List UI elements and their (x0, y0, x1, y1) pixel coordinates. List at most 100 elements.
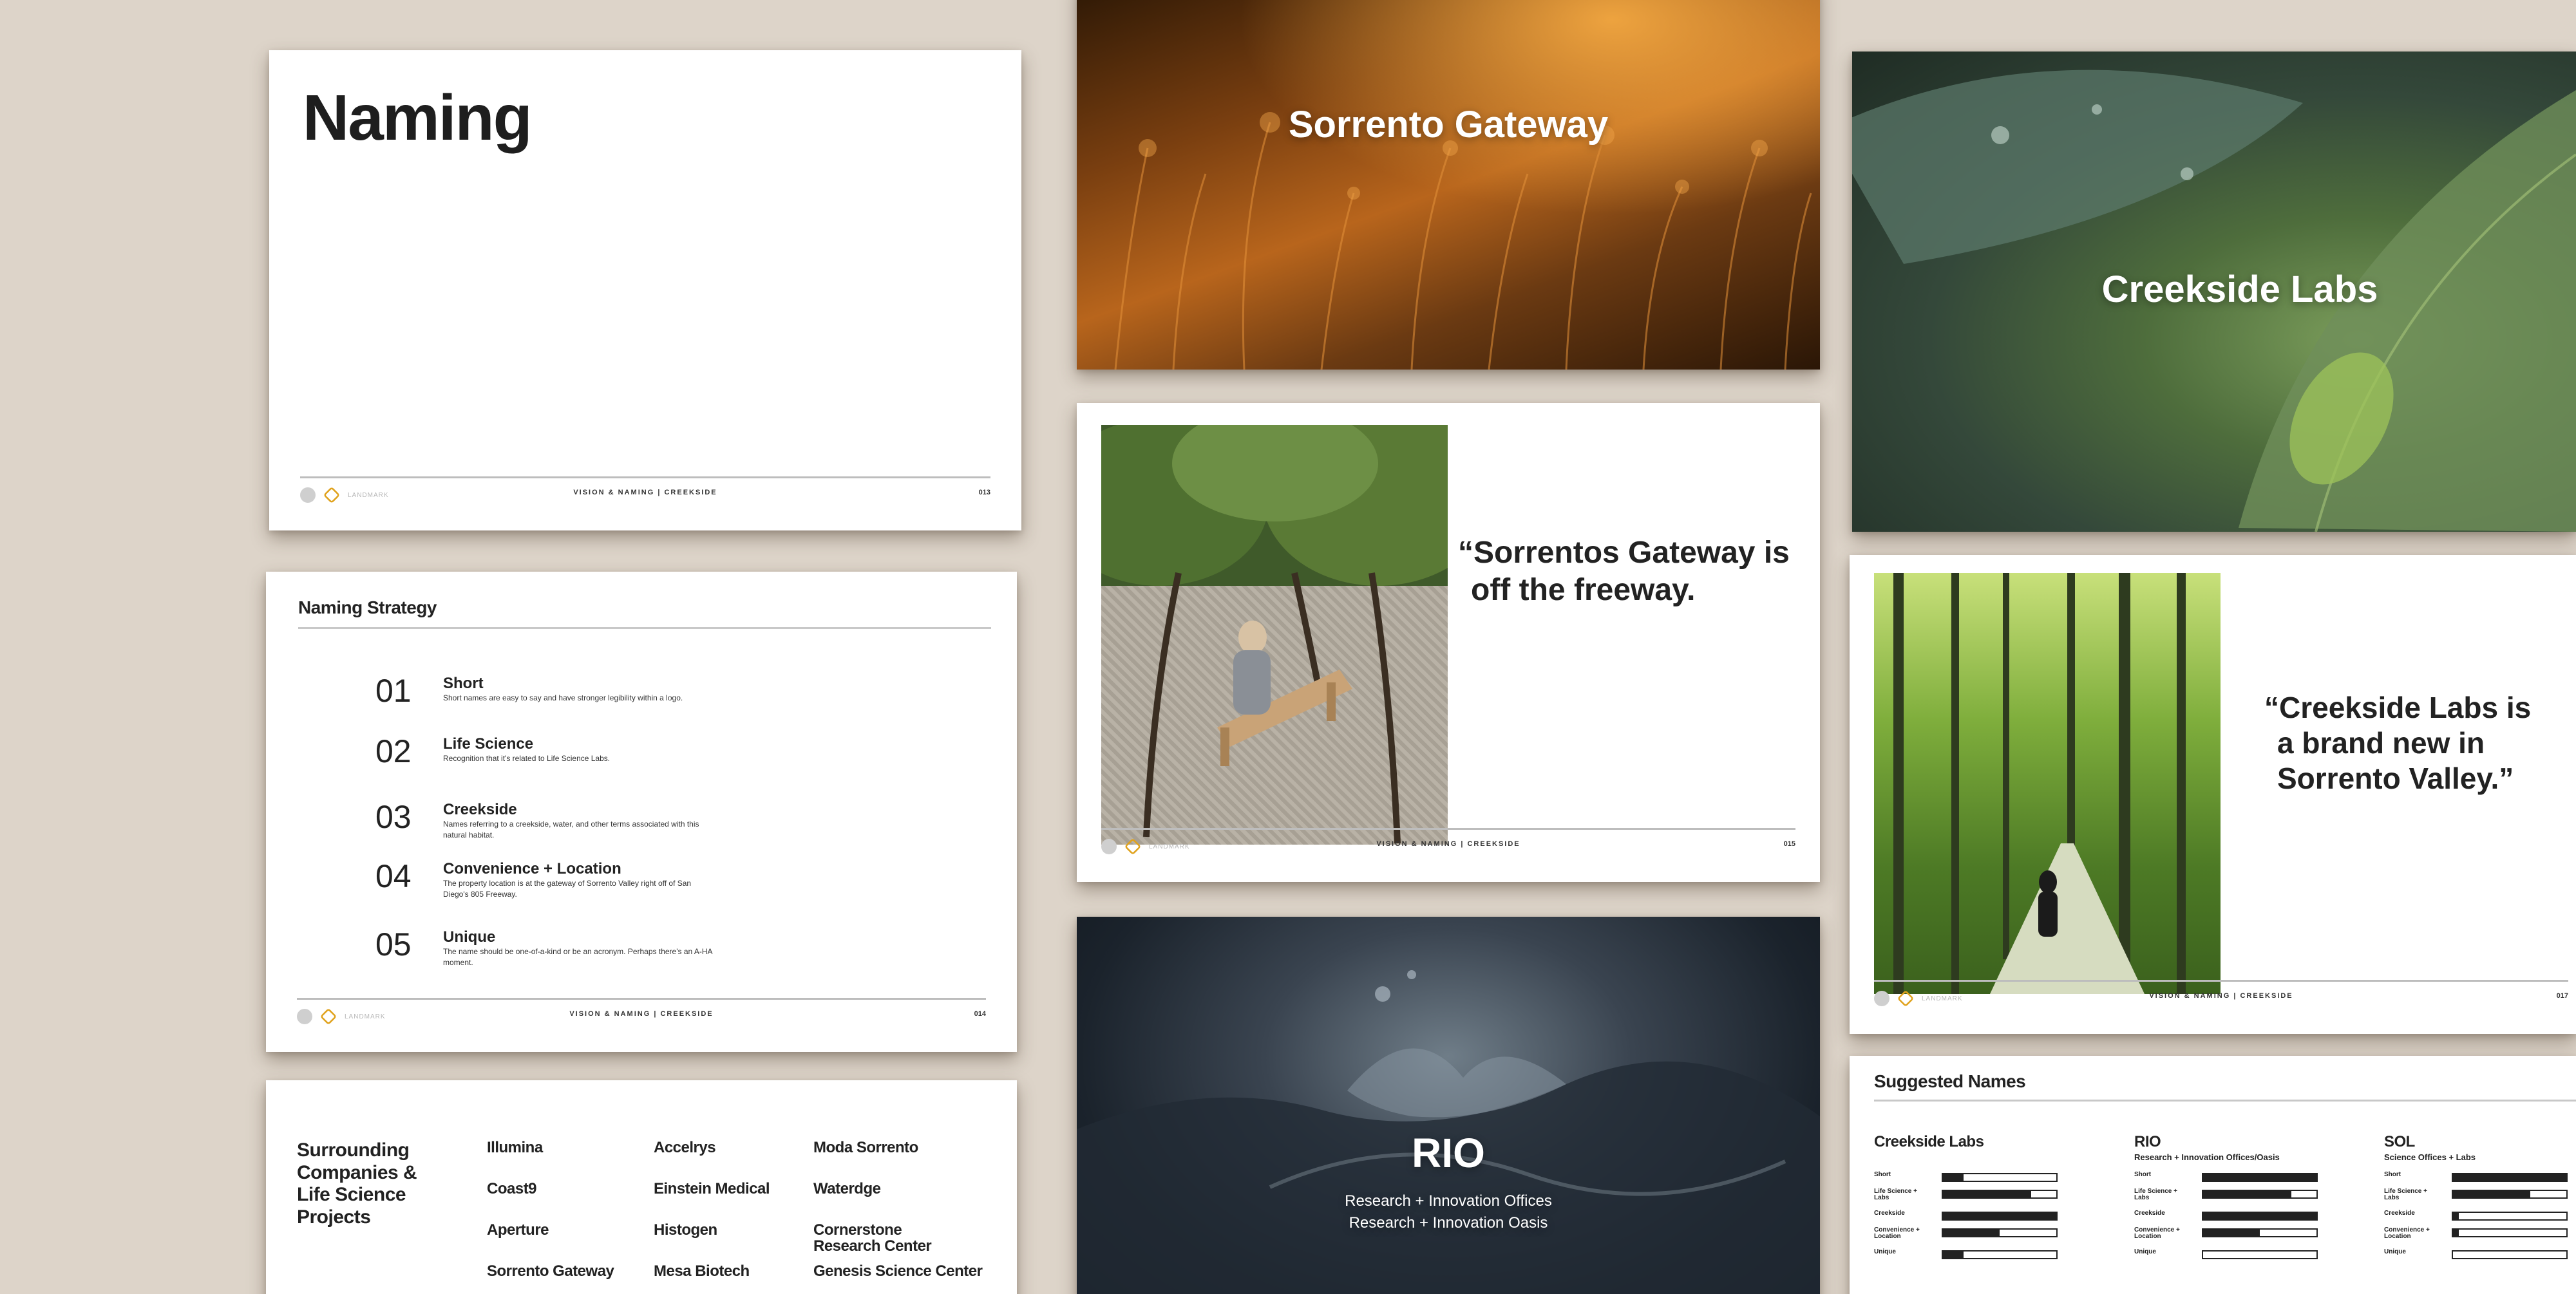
footer-title: VISION & NAMING | CREEKSIDE (1376, 840, 1520, 848)
score-bar (2452, 1228, 2568, 1237)
criterion-label: Unique (2134, 1248, 2156, 1255)
strategy-number: 02 (375, 733, 412, 769)
strategy-description: Names referring to a creekside, water, a… (443, 820, 699, 839)
naming-strategy-slide[interactable]: Naming Strategy 01 Short Short names are … (266, 572, 1017, 1052)
criterion-label: Short (1874, 1171, 1891, 1178)
rio-title: RIO (1412, 1130, 1485, 1176)
suggested-name: Creekside Labs (1874, 1133, 1984, 1150)
company-name: Histogen (654, 1221, 717, 1239)
footer-page-number: 015 (1783, 840, 1795, 848)
strategy-description: Short names are easy to say and have str… (443, 693, 683, 702)
score-bar-fill (1943, 1252, 1964, 1258)
company-name: Waterdge (813, 1180, 881, 1197)
score-bar-fill (2453, 1174, 2566, 1181)
forest-path-photo (1874, 573, 2221, 994)
score-bar-fill (2203, 1191, 2292, 1197)
heading-divider (298, 627, 991, 629)
score-row: Convenience + Location (2384, 1227, 2576, 1246)
score-row: Life Science + Labs (1874, 1188, 2067, 1208)
naming-slide[interactable]: Naming LANDMARK VISION & NAMING | CREEKS… (269, 50, 1021, 530)
score-bar (1942, 1212, 2058, 1221)
strategy-description: Recognition that it's related to Life Sc… (443, 754, 611, 763)
score-bar-fill (1943, 1191, 2032, 1197)
surrounding-companies-slide[interactable]: Surrounding Companies & Life Science Pro… (266, 1080, 1017, 1294)
sorrento-quote-text: “Sorrentos Gateway is off the freeway. (1458, 536, 1790, 607)
slide-footer: LANDMARK VISION & NAMING | CREEKSIDE 015 (1101, 828, 1795, 860)
strategy-title: Creekside (443, 801, 517, 818)
park-scene-illustration (1101, 425, 1448, 844)
criterion-label: Convenience + Location (2134, 1226, 2180, 1240)
slide-footer: LANDMARK VISION & NAMING | CREEKSIDE 017 (1874, 980, 2568, 1012)
score-row: Short (2134, 1172, 2327, 1186)
sorrento-quote-slide[interactable]: “Sorrentos Gateway is off the freeway. L… (1077, 403, 1820, 882)
score-bar-fill (2453, 1230, 2459, 1236)
company-name: Accelrys (654, 1139, 716, 1156)
rio-subtitle-line-1: Research + Innovation Offices (1345, 1192, 1552, 1210)
creekside-labs-slide[interactable]: Creekside Labs (1852, 52, 2576, 532)
score-bar (2452, 1250, 2568, 1259)
naming-title: Naming (303, 82, 533, 154)
criterion-label: Creekside (2134, 1210, 2165, 1217)
score-row: Short (2384, 1172, 2576, 1186)
slide-footer: LANDMARK VISION & NAMING | CREEKSIDE 014 (297, 998, 986, 1030)
suggested-name-column: Creekside Labs Short Life Science + Labs Cr… (1874, 1133, 2067, 1263)
score-bar (1942, 1228, 2058, 1237)
criterion-label: Short (2384, 1171, 2401, 1178)
score-bar (2202, 1228, 2318, 1237)
score-bar-fill (1943, 1230, 2000, 1236)
strategy-number: 05 (375, 926, 412, 962)
strategy-item: 01 Short Short names are easy to say and … (375, 675, 714, 707)
score-row: Unique (2384, 1249, 2576, 1263)
strategy-item: 03 Creekside Names referring to a creeksi… (375, 801, 714, 841)
company-name: Coast9 (487, 1180, 537, 1197)
score-bar-fill (2453, 1191, 2530, 1197)
criterion-label: Unique (1874, 1248, 1896, 1255)
forest-scene-illustration (1893, 573, 2186, 994)
score-row: Life Science + Labs (2134, 1188, 2327, 1208)
suggested-name: SOL (2384, 1133, 2415, 1150)
sorrento-gateway-title: Sorrento Gateway (1288, 104, 1609, 145)
strategy-number: 01 (375, 673, 412, 709)
score-row: Unique (2134, 1249, 2327, 1263)
company-name: Aperture (487, 1221, 549, 1239)
criterion-label: Short (2134, 1171, 2152, 1178)
score-row: Unique (1874, 1249, 2067, 1263)
suggested-name-column: RIO Research + Innovation Offices/Oasis Sh… (2134, 1133, 2327, 1263)
heading-divider (1874, 1100, 2576, 1102)
suggested-name-subtitle: Research + Innovation Offices/Oasis (2134, 1152, 2280, 1162)
score-row: Creekside (1874, 1210, 2067, 1224)
strategy-title: Short (443, 675, 484, 692)
strategy-item: 04 Convenience + Location The property lo… (375, 860, 714, 900)
strategy-number: 03 (375, 799, 412, 835)
rio-subtitle-line-2: Research + Innovation Oasis (1349, 1214, 1548, 1232)
company-name: Cornerstone Research Center (813, 1221, 932, 1255)
score-bar (2202, 1190, 2318, 1199)
creekside-quote-slide[interactable]: “Creekside Labs is a brand new in Sorren… (1850, 555, 2576, 1034)
company-name: Einstein Medical (654, 1180, 770, 1197)
score-row: Creekside (2384, 1210, 2576, 1224)
creekside-labs-title: Creekside Labs (2101, 268, 2378, 310)
sorrento-gateway-slide[interactable]: Sorrento Gateway (1077, 0, 1820, 370)
footer-page-number: 017 (2556, 992, 2568, 1000)
suggested-names-slide[interactable]: Suggested Names Creekside Labs Short Life … (1850, 1056, 2576, 1294)
strategy-title: Unique (443, 928, 496, 946)
surrounding-heading: Surrounding Companies & Life Science Pro… (297, 1139, 417, 1228)
score-bar-fill (2203, 1230, 2260, 1236)
strategy-heading: Naming Strategy (298, 597, 437, 617)
score-bar (2452, 1212, 2568, 1221)
rio-slide[interactable]: RIO Research + Innovation Offices Resear… (1077, 917, 1820, 1294)
water-splash-photo (1077, 970, 1820, 1294)
criterion-label: Unique (2384, 1248, 2406, 1255)
suggested-name-column: SOL Science Offices + Labs Short Life Scien… (2384, 1133, 2576, 1263)
park-bench-photo (1101, 425, 1448, 845)
score-bar (2452, 1173, 2568, 1182)
score-bar (1942, 1250, 2058, 1259)
score-bar-fill (2453, 1213, 2459, 1219)
strategy-item: 05 Unique The name should be one-of-a-kin… (375, 928, 714, 968)
score-bar (2452, 1190, 2568, 1199)
score-bar-fill (1943, 1174, 1964, 1181)
company-name: Sorrento Gateway (487, 1262, 614, 1280)
score-bar (2202, 1212, 2318, 1221)
score-bar (2202, 1250, 2318, 1259)
criterion-label: Life Science + Labs (2134, 1188, 2177, 1201)
